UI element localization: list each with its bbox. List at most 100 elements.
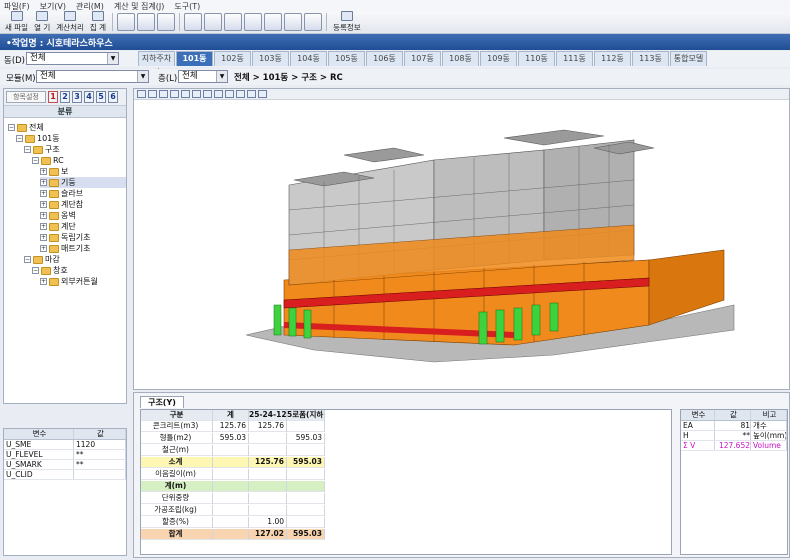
tab-building[interactable]: 113동 bbox=[632, 51, 669, 66]
tree-node[interactable]: + 매트기초 bbox=[40, 243, 126, 254]
table-row[interactable]: U_CLID bbox=[4, 470, 126, 480]
tab-building[interactable]: 111동 bbox=[556, 51, 593, 66]
level-4-button[interactable]: 4 bbox=[84, 91, 94, 103]
tab-building[interactable]: 101동 bbox=[176, 51, 213, 66]
expand-icon[interactable]: + bbox=[40, 179, 47, 186]
level-3-button[interactable]: 3 bbox=[72, 91, 82, 103]
rotate-icon[interactable] bbox=[148, 90, 157, 98]
tab-building[interactable]: 105동 bbox=[328, 51, 365, 66]
expand-icon[interactable]: + bbox=[40, 168, 47, 175]
view-top-icon[interactable] bbox=[214, 90, 223, 98]
table-icon[interactable] bbox=[224, 13, 243, 31]
level-2-button[interactable]: 2 bbox=[60, 91, 70, 103]
expand-icon[interactable]: − bbox=[32, 267, 39, 274]
expand-icon[interactable]: + bbox=[40, 278, 47, 285]
table-row[interactable]: EA 81 개수 bbox=[681, 421, 787, 431]
menu-tools[interactable]: 도구(T) bbox=[174, 1, 200, 12]
expand-icon[interactable]: + bbox=[40, 201, 47, 208]
tree-node[interactable]: + 기둥 bbox=[40, 177, 126, 188]
tab-building[interactable]: 102동 bbox=[214, 51, 251, 66]
tree-node[interactable]: + 계단참 bbox=[40, 199, 126, 210]
print-icon[interactable] bbox=[304, 13, 323, 31]
tree-node[interactable]: + 계단 bbox=[40, 221, 126, 232]
module-select[interactable]: 전체 ▼ bbox=[36, 70, 149, 83]
model-viewport[interactable] bbox=[133, 88, 790, 390]
expand-icon[interactable]: − bbox=[24, 256, 31, 263]
table-row[interactable]: 가공조립(kg) bbox=[141, 505, 325, 516]
tab-building[interactable]: 110동 bbox=[518, 51, 555, 66]
table-row[interactable]: U_SME 1120 bbox=[4, 440, 126, 450]
table-row[interactable]: 단위중량 bbox=[141, 493, 325, 504]
expand-icon[interactable]: − bbox=[24, 146, 31, 153]
dong-select[interactable]: 전체 ▼ bbox=[26, 52, 119, 65]
tab-building[interactable]: 107동 bbox=[404, 51, 441, 66]
table-row[interactable]: 계(m) bbox=[141, 481, 325, 492]
table-row[interactable]: 콘크리트(m3) 125.76 125.76 bbox=[141, 421, 325, 432]
level-5-button[interactable]: 5 bbox=[96, 91, 106, 103]
sheet-icon[interactable] bbox=[244, 13, 263, 31]
expand-icon[interactable]: − bbox=[32, 157, 39, 164]
tree-node[interactable]: − 전체 bbox=[8, 122, 126, 133]
select-icon[interactable] bbox=[137, 90, 146, 98]
zoom-icon[interactable] bbox=[157, 13, 176, 31]
table-row[interactable]: 할증(%) 1.00 bbox=[141, 517, 325, 528]
tree-node[interactable]: − 101동 bbox=[16, 133, 126, 144]
table-row[interactable]: 형틀(m2) 595.03 595.03 bbox=[141, 433, 325, 444]
tab-building[interactable]: 112동 bbox=[594, 51, 631, 66]
export-icon[interactable] bbox=[204, 13, 223, 31]
tree-node[interactable]: − 마감 bbox=[24, 254, 126, 265]
tab-building[interactable]: 108동 bbox=[442, 51, 479, 66]
report-icon[interactable] bbox=[117, 13, 136, 31]
table-row[interactable]: Σ V 127.652 Volume bbox=[681, 441, 787, 451]
new-file-button[interactable]: 새 파일 bbox=[2, 11, 31, 33]
expand-icon[interactable]: + bbox=[40, 190, 47, 197]
edit-icon[interactable] bbox=[264, 13, 283, 31]
view-right-icon[interactable] bbox=[203, 90, 212, 98]
table-row[interactable]: 철근(m) bbox=[141, 445, 325, 456]
search-icon[interactable] bbox=[137, 13, 156, 31]
menu-manage[interactable]: 관리(M) bbox=[76, 1, 104, 12]
view-front-icon[interactable] bbox=[170, 90, 179, 98]
tab-structure[interactable]: 구조(Y) bbox=[140, 396, 184, 408]
properties-button[interactable]: 등록정보 bbox=[330, 11, 364, 33]
grid-icon[interactable] bbox=[184, 13, 203, 31]
tree-node[interactable]: + 외부커튼월 bbox=[40, 276, 126, 287]
tree-node[interactable]: + 옹벽 bbox=[40, 210, 126, 221]
expand-icon[interactable]: + bbox=[40, 234, 47, 241]
menu-file[interactable]: 파일(F) bbox=[4, 1, 30, 12]
table-row[interactable]: 이음길이(m) bbox=[141, 469, 325, 480]
view-cube-icon[interactable] bbox=[236, 90, 245, 98]
floor-select[interactable]: 전체 ▼ bbox=[178, 70, 228, 83]
table-row[interactable]: U_SMARK ** bbox=[4, 460, 126, 470]
tab-building[interactable]: 109동 bbox=[480, 51, 517, 66]
tab-building[interactable]: 104동 bbox=[290, 51, 327, 66]
tree-node[interactable]: + 슬라브 bbox=[40, 188, 126, 199]
section-icon[interactable] bbox=[258, 90, 267, 98]
tree-node[interactable]: − 창호 bbox=[32, 265, 126, 276]
table-row[interactable]: U_FLEVEL ** bbox=[4, 450, 126, 460]
menu-view[interactable]: 보기(V) bbox=[40, 1, 66, 12]
view-iso-icon[interactable] bbox=[225, 90, 234, 98]
calculate-button[interactable]: 계산처리 bbox=[53, 11, 87, 33]
sum-button[interactable]: 집 계 bbox=[87, 11, 109, 33]
tree-node[interactable]: + 독립기초 bbox=[40, 232, 126, 243]
legend-icon[interactable] bbox=[247, 90, 256, 98]
table-row[interactable]: H ** 높이(mm) bbox=[681, 431, 787, 441]
pan-icon[interactable] bbox=[159, 90, 168, 98]
expand-icon[interactable]: − bbox=[16, 135, 23, 142]
expand-icon[interactable]: + bbox=[40, 223, 47, 230]
tree-node[interactable]: − 구조 bbox=[24, 144, 126, 155]
tab-building[interactable]: 지하주차장 bbox=[138, 51, 175, 77]
expand-icon[interactable]: − bbox=[8, 124, 15, 131]
table-row[interactable]: 소계 125.76 595.03 bbox=[141, 457, 325, 468]
tree-node[interactable]: − RC bbox=[32, 155, 126, 166]
menu-calc[interactable]: 계산 및 집계(J) bbox=[114, 1, 165, 12]
tree-node[interactable]: + 보 bbox=[40, 166, 126, 177]
item-settings-button[interactable]: 항목설정 bbox=[6, 91, 46, 103]
table-row[interactable]: 합계 127.02 595.03 bbox=[141, 529, 325, 540]
open-button[interactable]: 열 기 bbox=[31, 11, 53, 33]
view-left-icon[interactable] bbox=[192, 90, 201, 98]
tab-building[interactable]: 103동 bbox=[252, 51, 289, 66]
excel-icon[interactable] bbox=[284, 13, 303, 31]
level-1-button[interactable]: 1 bbox=[48, 91, 58, 103]
